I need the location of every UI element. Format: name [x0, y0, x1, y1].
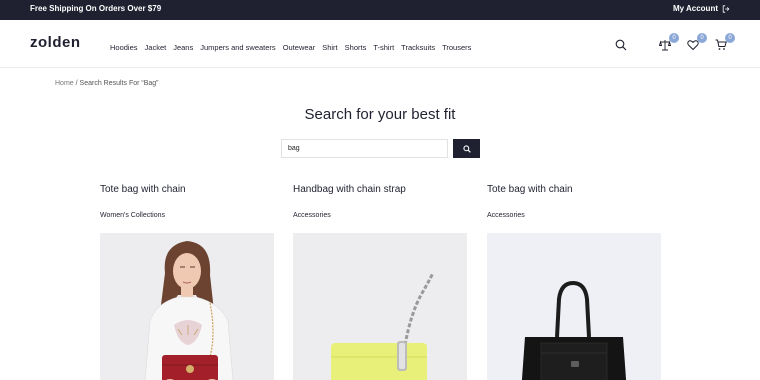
- breadcrumb-home[interactable]: Home: [55, 80, 74, 87]
- product-name[interactable]: Tote bag with chain: [487, 184, 661, 195]
- my-account-link[interactable]: My Account: [673, 4, 730, 13]
- main-nav: Hoodies Jacket Jeans Jumpers and sweater…: [110, 43, 478, 52]
- product-card[interactable]: Handbag with chain strap Accessories: [293, 184, 467, 380]
- nav-jumpers[interactable]: Jumpers and sweaters: [200, 43, 275, 52]
- nav-shirt[interactable]: Shirt: [322, 43, 337, 52]
- product-card[interactable]: Tote bag with chain Accessories: [487, 184, 661, 380]
- nav-outewear[interactable]: Outewear: [283, 43, 316, 52]
- nav-tshirt[interactable]: T-shirt: [373, 43, 394, 52]
- top-bar: Free Shipping On Orders Over $79 My Acco…: [0, 0, 760, 20]
- search-icon[interactable]: [612, 36, 630, 54]
- my-account-label: My Account: [672, 4, 718, 13]
- header-icons: 0 0 0: [612, 33, 735, 54]
- search-button[interactable]: [453, 139, 480, 158]
- logo[interactable]: zolden: [30, 34, 81, 51]
- product-category[interactable]: Accessories: [293, 212, 467, 219]
- search-input[interactable]: [281, 139, 448, 158]
- logout-icon: [722, 4, 730, 13]
- product-category[interactable]: Accessories: [487, 212, 661, 219]
- product-category[interactable]: Women's Collections: [100, 212, 274, 219]
- promo-text: Free Shipping On Orders Over $79: [30, 4, 162, 13]
- breadcrumb-current: / Search Results For “Bag”: [75, 80, 159, 87]
- compare-scale-icon[interactable]: 0: [656, 33, 679, 54]
- nav-tracksuits[interactable]: Tracksuits: [401, 43, 435, 52]
- breadcrumb: Home / Search Results For “Bag”: [55, 80, 159, 87]
- product-image[interactable]: [100, 233, 274, 380]
- page-title: Search for your best fit: [304, 106, 456, 123]
- wishlist-count-badge: 0: [697, 33, 707, 43]
- compare-count-badge: 0: [669, 33, 679, 43]
- product-name[interactable]: Tote bag with chain: [100, 184, 274, 195]
- nav-shorts[interactable]: Shorts: [345, 43, 367, 52]
- product-image[interactable]: [293, 233, 467, 380]
- cart-icon[interactable]: 0: [712, 33, 735, 54]
- nav-jeans[interactable]: Jeans: [173, 43, 193, 52]
- nav-jacket[interactable]: Jacket: [145, 43, 167, 52]
- product-image[interactable]: [487, 233, 661, 380]
- product-card[interactable]: Tote bag with chain Women's Collections: [100, 184, 274, 380]
- heart-icon[interactable]: 0: [684, 33, 707, 54]
- main-header: zolden Hoodies Jacket Jeans Jumpers and …: [0, 20, 760, 68]
- nav-trousers[interactable]: Trousers: [442, 43, 471, 52]
- nav-hoodies[interactable]: Hoodies: [110, 43, 138, 52]
- product-name[interactable]: Handbag with chain strap: [293, 184, 467, 195]
- search-icon: [462, 141, 471, 156]
- cart-count-badge: 0: [725, 33, 735, 43]
